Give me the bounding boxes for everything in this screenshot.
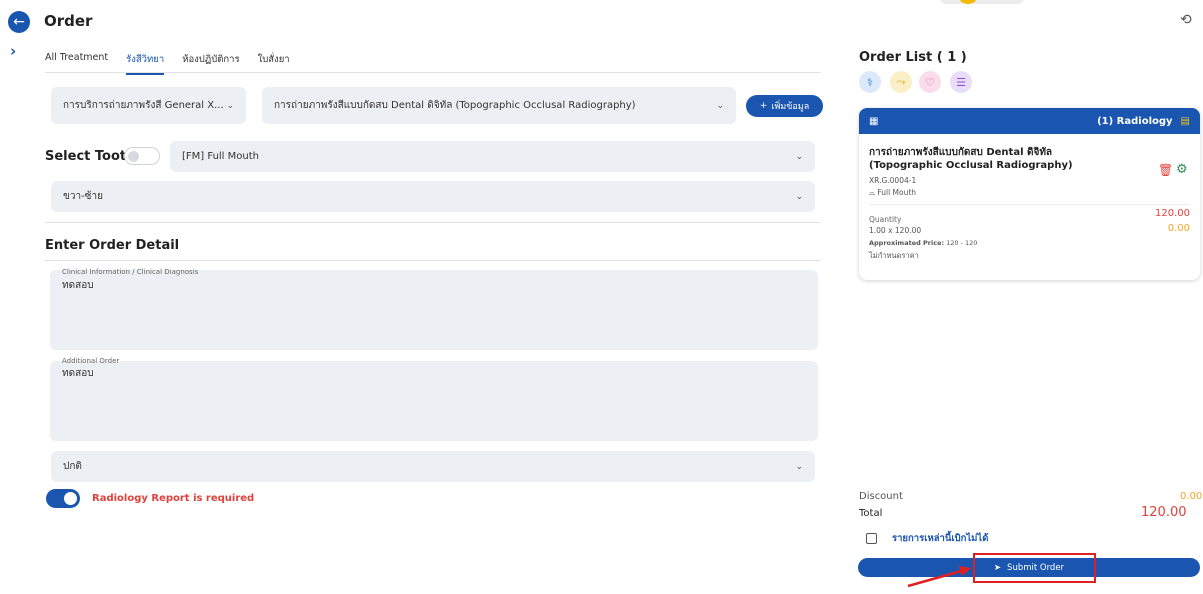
tooth-select-value: [FM] Full Mouth <box>182 151 259 162</box>
list-icon[interactable]: ☰ <box>950 71 972 93</box>
discount-label: Discount <box>859 491 903 502</box>
document-icon: ▤ <box>1180 115 1190 127</box>
patient-icon[interactable]: ⚕ <box>859 71 881 93</box>
chevron-down-icon: ⌄ <box>795 461 803 472</box>
page-title: Order <box>44 12 93 30</box>
chevron-right-icon[interactable]: › <box>10 42 16 60</box>
clinical-info-label: Clinical Information / Clinical Diagnosi… <box>62 268 199 276</box>
order-card-header: ▦ (1) Radiology ▤ <box>859 108 1200 134</box>
discount-value: 0.00 <box>1180 491 1203 502</box>
order-card-header-label: (1) Radiology <box>1097 115 1173 127</box>
total-value: 120.00 <box>1141 505 1187 520</box>
highlight-box <box>973 553 1096 583</box>
approx-price-value: 120 - 120 <box>946 239 978 247</box>
history-icon[interactable]: ⟲ <box>1180 12 1192 28</box>
side-select[interactable]: ขวา-ซ้าย ⌄ <box>51 181 815 212</box>
quantity-value: 1.00 x 120.00 <box>869 226 922 235</box>
item-amount-secondary: 0.00 <box>1167 223 1190 234</box>
tooth-select[interactable]: [FM] Full Mouth ⌄ <box>170 141 815 172</box>
procedure-select-value: การถ่ายภาพรังสีแบบกัดสบ Dental ดิจิทัล (… <box>274 100 636 111</box>
nonpayable-checkbox[interactable] <box>866 533 877 544</box>
order-card: ▦ (1) Radiology ▤ การถ่ายภาพรังสีแบบกัดส… <box>859 108 1200 280</box>
radiology-report-toggle[interactable] <box>46 489 80 508</box>
card-divider <box>869 204 1190 205</box>
clinical-info-value: ทดสอบ <box>62 280 94 291</box>
service-select-value: การบริการถ่ายภาพรังสี General X... <box>63 100 224 111</box>
priority-select-value: ปกติ <box>63 461 82 472</box>
select-tooth-toggle[interactable] <box>124 147 160 165</box>
service-select[interactable]: การบริการถ่ายภาพรังสี General X... ⌄ <box>51 87 246 124</box>
add-item-button[interactable]: + เพิ่มข้อมูล <box>746 95 823 117</box>
additional-order-value: ทดสอบ <box>62 368 94 379</box>
order-item-mouth: ⌓ Full Mouth <box>869 188 916 198</box>
order-detail-title: Enter Order Detail <box>45 238 180 253</box>
order-detail-divider <box>45 260 821 261</box>
item-amount: 120.00 <box>1155 208 1190 219</box>
annotation-arrow <box>907 566 971 588</box>
arrow-left-icon: ← <box>13 14 25 30</box>
order-item-mouth-label: Full Mouth <box>877 188 917 197</box>
heart-icon[interactable]: ♡ <box>919 71 941 93</box>
trash-icon[interactable]: 🗑 <box>1158 163 1173 177</box>
order-item-code: XR.G.0004-1 <box>869 176 917 185</box>
gear-icon[interactable]: ⚙ <box>1176 162 1188 177</box>
radiology-report-label: Radiology Report is required <box>92 493 255 504</box>
calculator-icon: ▦ <box>869 115 879 127</box>
approx-price-label: Approximated Price: <box>869 239 945 247</box>
top-badge <box>940 0 1024 4</box>
order-list-title: Order List ( 1 ) <box>859 50 967 65</box>
chevron-down-icon: ⌄ <box>795 151 803 162</box>
priority-select[interactable]: ปกติ ⌄ <box>51 451 815 482</box>
clinical-info-field[interactable]: Clinical Information / Clinical Diagnosi… <box>50 268 818 350</box>
tabs-divider <box>45 72 821 73</box>
add-item-label: เพิ่มข้อมูล <box>771 102 810 112</box>
additional-order-field[interactable]: Additional Order ทดสอบ <box>50 357 818 441</box>
chevron-down-icon: ⌄ <box>226 100 234 111</box>
approx-price: Approximated Price: 120 - 120 <box>869 239 977 247</box>
additional-order-label: Additional Order <box>62 357 120 365</box>
nonpayable-label: รายการเหล่านี้เบิกไม่ได้ <box>892 533 989 544</box>
no-price-label: ไม่กำหนดราคา <box>869 251 919 260</box>
section-divider <box>45 222 821 223</box>
tooth-icon: ⌓ <box>869 188 875 197</box>
procedure-select[interactable]: การถ่ายภาพรังสีแบบกัดสบ Dental ดิจิทัล (… <box>262 87 736 124</box>
select-tooth-label: Select Tooth <box>45 149 136 164</box>
back-button[interactable]: ← <box>8 11 30 33</box>
chevron-down-icon: ⌄ <box>795 191 803 202</box>
chevron-down-icon: ⌄ <box>716 100 724 111</box>
plus-icon: + <box>759 101 768 111</box>
total-label: Total <box>859 508 883 519</box>
order-item-title: การถ่ายภาพรังสีแบบกัดสบ Dental ดิจิทัล (… <box>869 147 1073 171</box>
quantity-label: Quantity <box>869 215 902 224</box>
route-icon[interactable]: ⤳ <box>890 71 912 93</box>
side-select-value: ขวา-ซ้าย <box>63 191 103 202</box>
